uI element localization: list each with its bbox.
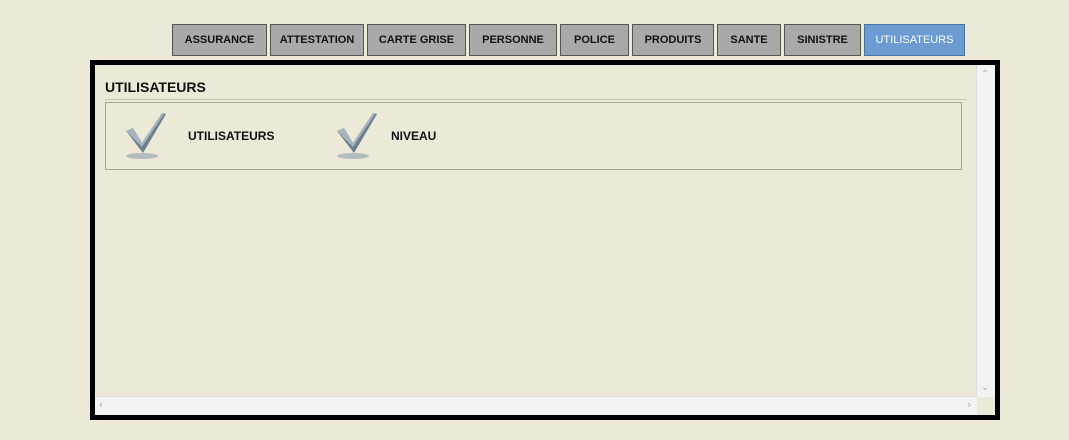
tab-carte-grise[interactable]: CARTE GRISE [367,24,466,56]
tab-utilisateurs[interactable]: UTILISATEURS [864,24,965,56]
menu-box: UTILISATEURS NIVEAU [105,102,962,170]
scroll-down-icon[interactable]: ⌄ [981,382,989,393]
scroll-left-icon[interactable]: ‹ [99,399,103,411]
menu-item-label: UTILISATEURS [188,129,275,143]
menu-item-utilisateurs[interactable]: UTILISATEURS [124,111,274,161]
horizontal-scrollbar[interactable]: ‹ › [95,396,977,415]
checkmark-icon [126,113,166,159]
scroll-up-icon[interactable]: ⌃ [981,69,989,80]
main-panel: UTILISATEURS UTILISATEURS NIVEAU ⌃ ⌄ ‹ › [90,60,1000,420]
tab-assurance[interactable]: ASSURANCE [172,24,267,56]
panel-title: UTILISATEURS [105,79,967,100]
tab-attestation[interactable]: ATTESTATION [270,24,364,56]
scroll-right-icon[interactable]: › [967,399,971,411]
vertical-scrollbar[interactable]: ⌃ ⌄ [976,65,995,397]
menu-item-niveau[interactable]: NIVEAU [335,111,436,161]
tab-sinistre[interactable]: SINISTRE [784,24,861,56]
tab-produits[interactable]: PRODUITS [632,24,714,56]
tab-bar: ASSURANCE ATTESTATION CARTE GRISE PERSON… [172,24,965,56]
menu-item-label: NIVEAU [391,129,437,143]
checkmark-icon [337,113,377,159]
tab-police[interactable]: POLICE [560,24,629,56]
tab-sante[interactable]: SANTE [717,24,781,56]
tab-personne[interactable]: PERSONNE [469,24,557,56]
